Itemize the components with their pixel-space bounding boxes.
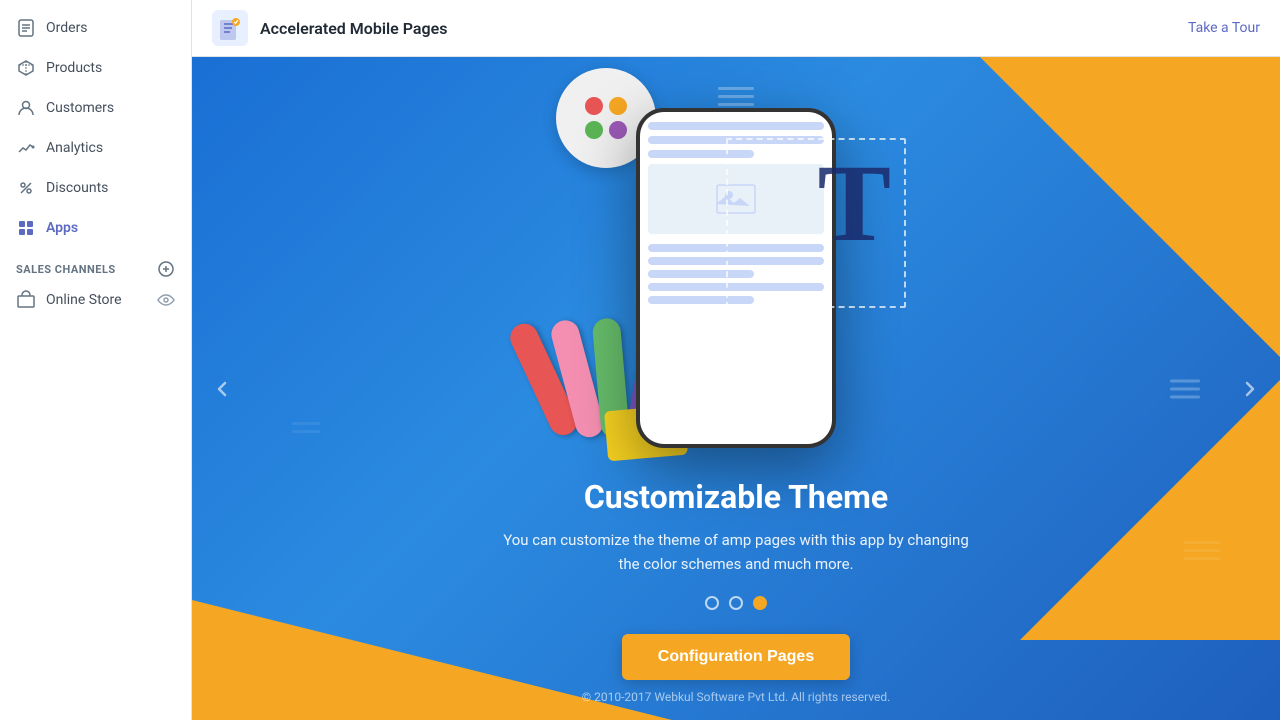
- palette-dot-green: [585, 121, 603, 139]
- online-store-label: Online Store: [46, 292, 122, 308]
- eye-icon[interactable]: [157, 291, 175, 309]
- slide-content: Customizable Theme You can customize the…: [476, 478, 996, 680]
- orders-icon: [16, 18, 36, 38]
- take-tour-link[interactable]: Take a Tour: [1188, 20, 1260, 36]
- sidebar-item-customers[interactable]: Customers: [0, 88, 191, 128]
- apps-icon: [16, 218, 36, 238]
- next-slide-button[interactable]: [1230, 369, 1270, 409]
- deco-lines-bottom-right: [1184, 541, 1220, 560]
- sidebar-item-products[interactable]: Products: [0, 48, 191, 88]
- app-logo: [212, 10, 248, 46]
- sidebar-item-discounts[interactable]: Discounts: [0, 168, 191, 208]
- palette-dot-red: [585, 97, 603, 115]
- slide-description: You can customize the theme of amp pages…: [496, 528, 976, 576]
- products-icon: [16, 58, 36, 78]
- deco-orange-bottom-right: [1020, 380, 1280, 640]
- deco-lines-left-mid: [292, 422, 320, 433]
- typography-T: T: [818, 148, 891, 258]
- sidebar-item-customers-label: Customers: [46, 100, 114, 116]
- online-store-row: Online Store: [0, 282, 191, 318]
- sales-channels-label: SALES CHANNELS: [16, 263, 116, 276]
- phone-illustration: T: [596, 98, 876, 458]
- sidebar-item-orders-label: Orders: [46, 20, 88, 36]
- app-title: Accelerated Mobile Pages: [260, 19, 447, 38]
- dot-nav-2[interactable]: [729, 596, 743, 610]
- dot-nav-1[interactable]: [705, 596, 719, 610]
- sales-channels-section: SALES CHANNELS: [0, 248, 191, 282]
- slider-area: T Customizable Theme You can customize t…: [192, 57, 1280, 720]
- deco-lines-mid-right: [1170, 379, 1200, 398]
- prev-slide-button[interactable]: [202, 369, 242, 409]
- add-sales-channel-icon[interactable]: [157, 260, 175, 278]
- slide-title: Customizable Theme: [496, 478, 976, 516]
- app-header: Accelerated Mobile Pages Take a Tour: [192, 0, 1280, 57]
- palette-dot-purple: [609, 121, 627, 139]
- sidebar-item-orders[interactable]: Orders: [0, 8, 191, 48]
- sidebar: Orders Products Customers: [0, 0, 192, 720]
- sidebar-item-analytics-label: Analytics: [46, 140, 103, 156]
- main-content: Accelerated Mobile Pages Take a Tour: [192, 0, 1280, 720]
- phone-home-button: [730, 420, 742, 432]
- sidebar-item-online-store[interactable]: Online Store: [16, 290, 122, 310]
- online-store-icon: [16, 290, 36, 310]
- footer-copyright: © 2010-2017 Webkul Software Pvt Ltd. All…: [582, 690, 891, 704]
- sidebar-item-apps[interactable]: Apps: [0, 208, 191, 248]
- phone-line-1: [648, 122, 824, 130]
- palette-dot-orange: [609, 97, 627, 115]
- dots-navigation: [496, 596, 976, 610]
- customers-icon: [16, 98, 36, 118]
- analytics-icon: [16, 138, 36, 158]
- sidebar-item-products-label: Products: [46, 60, 102, 76]
- sidebar-item-discounts-label: Discounts: [46, 180, 108, 196]
- deco-orange-top-right: [980, 57, 1280, 357]
- sidebar-item-apps-label: Apps: [46, 220, 78, 236]
- sidebar-item-analytics[interactable]: Analytics: [0, 128, 191, 168]
- configuration-pages-button[interactable]: Configuration Pages: [622, 634, 850, 680]
- dot-nav-3[interactable]: [753, 596, 767, 610]
- discounts-icon: [16, 178, 36, 198]
